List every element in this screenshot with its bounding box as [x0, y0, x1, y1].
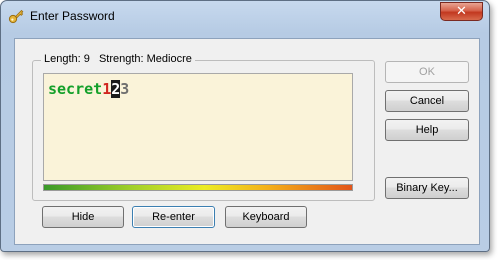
window-title: Enter Password [30, 9, 115, 23]
title-bar[interactable]: Enter Password ✕ [1, 1, 489, 31]
strength-meter [43, 184, 353, 191]
close-icon: ✕ [456, 3, 467, 18]
password-letters: secret [48, 80, 103, 98]
password-text: secret123 [48, 80, 129, 98]
hide-button[interactable]: Hide [42, 206, 124, 228]
password-rest: 3 [120, 80, 130, 98]
dialog-window: Enter Password ✕ Length: 9 Strength: Med… [0, 0, 490, 252]
reenter-button[interactable]: Re-enter [132, 206, 215, 228]
ok-button[interactable]: OK [385, 61, 469, 83]
key-icon [8, 9, 24, 24]
help-button[interactable]: Help [385, 119, 469, 141]
password-selected-char: 2 [111, 80, 121, 98]
cancel-button[interactable]: Cancel [385, 90, 469, 112]
group-legend: Length: 9 Strength: Mediocre [41, 53, 195, 65]
password-digit: 1 [102, 80, 112, 98]
password-field[interactable]: secret123 [43, 73, 353, 181]
keyboard-button[interactable]: Keyboard [225, 206, 307, 228]
length-label: Length: 9 [44, 53, 90, 65]
close-button[interactable]: ✕ [440, 2, 483, 21]
strength-label: Strength: Mediocre [98, 53, 192, 65]
binary-key-button[interactable]: Binary Key... [385, 177, 469, 199]
dialog-body: Length: 9 Strength: Mediocre secret123 O… [14, 38, 480, 245]
password-group: Length: 9 Strength: Mediocre secret123 [32, 53, 375, 201]
